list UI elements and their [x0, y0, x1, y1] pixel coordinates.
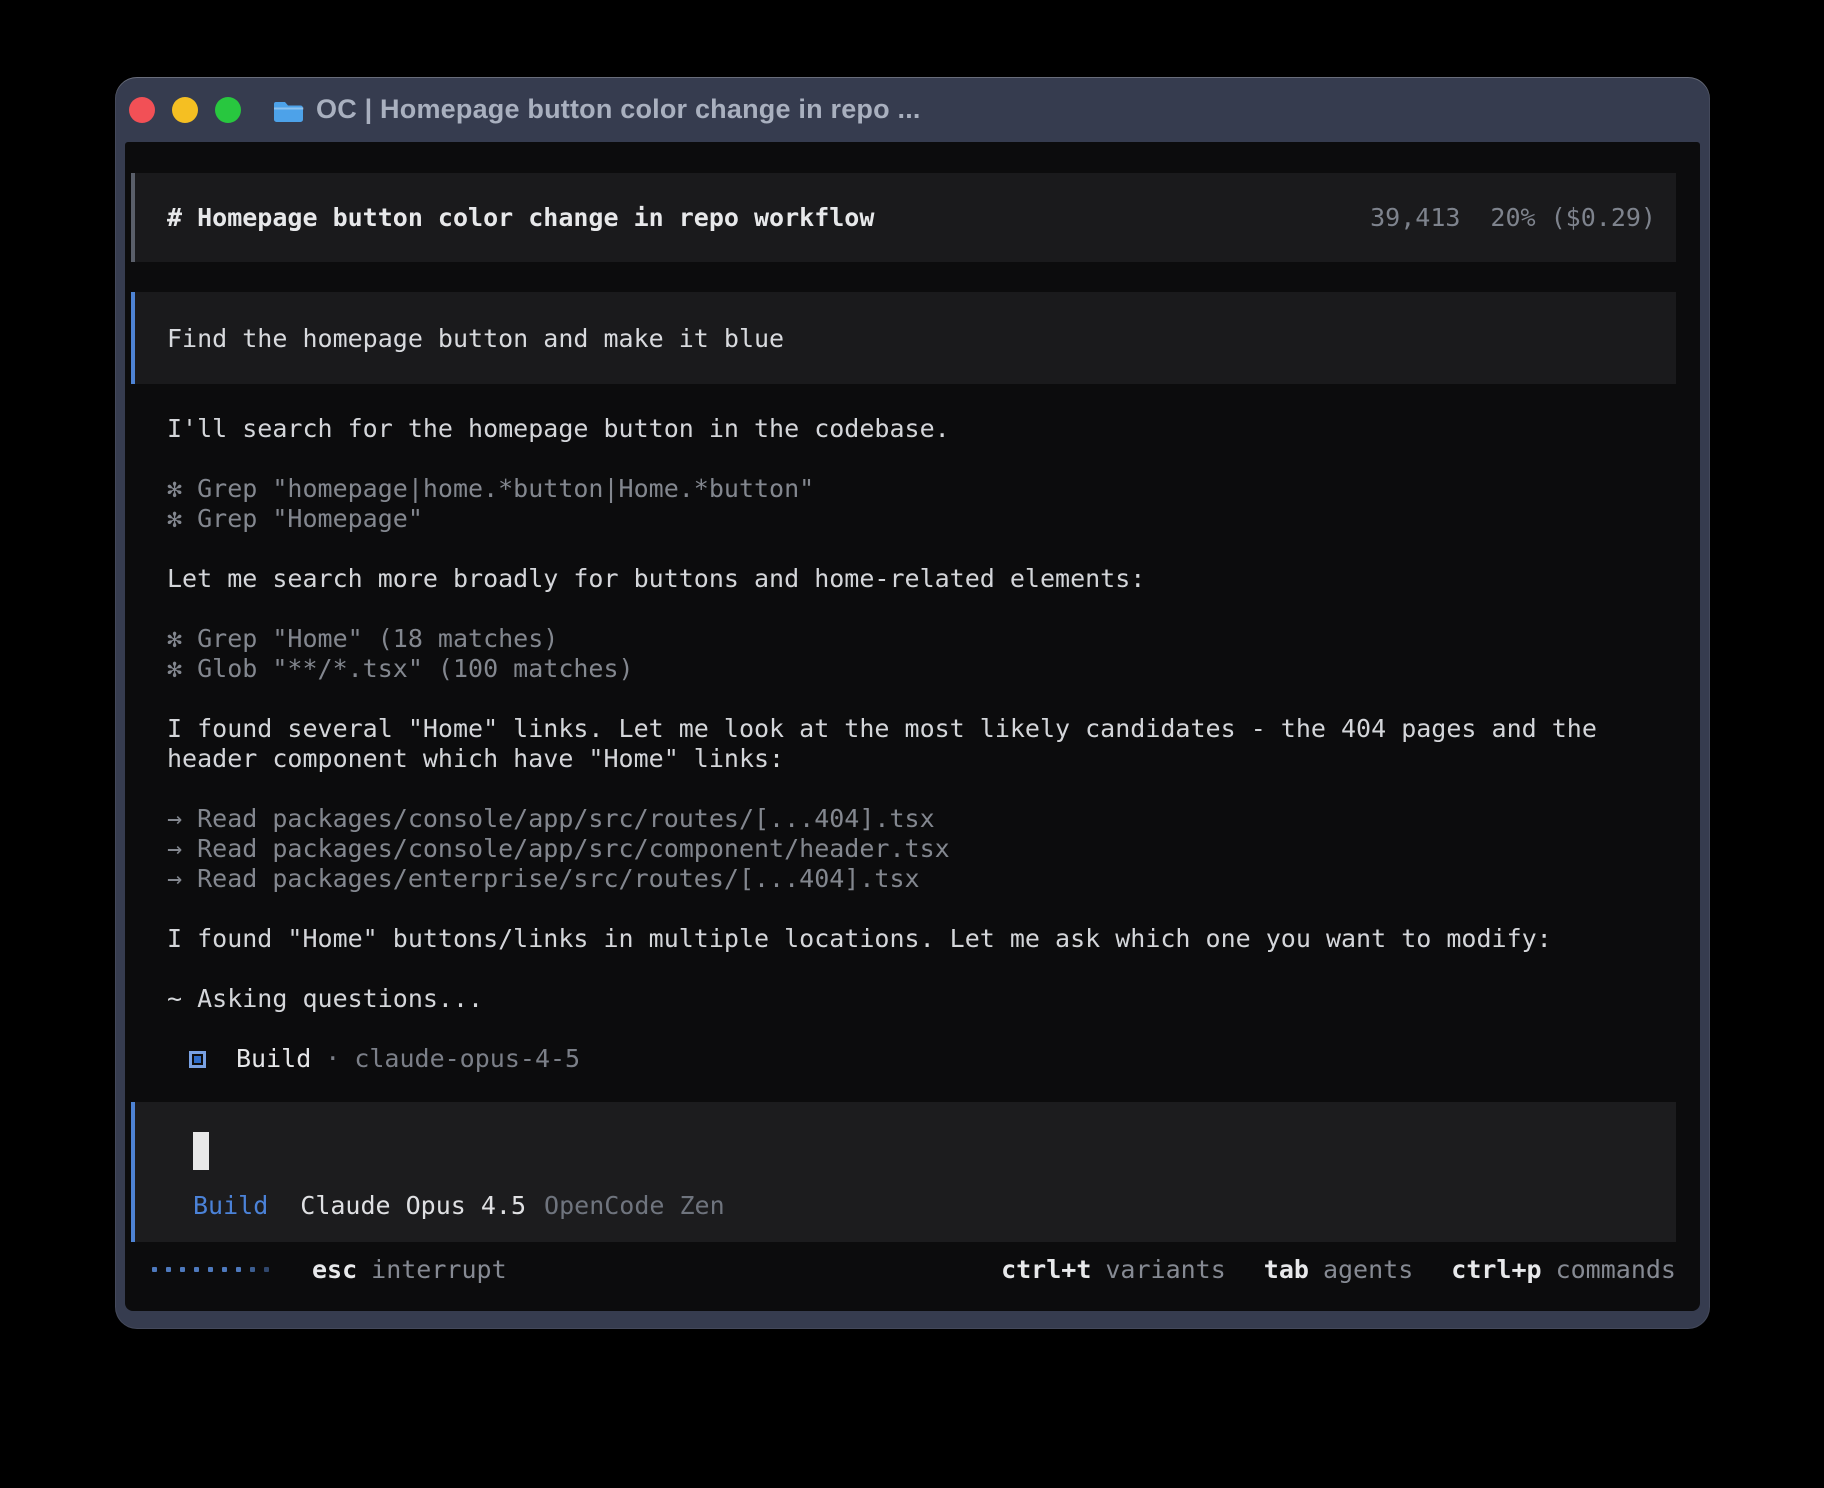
prompt-input[interactable]: Build Claude Opus 4.5 OpenCode Zen — [131, 1102, 1676, 1242]
assistant-text-line: Let me search more broadly for buttons a… — [167, 564, 1676, 594]
spinner-dot — [236, 1267, 241, 1272]
folder-icon — [274, 98, 304, 122]
blank-line — [167, 1014, 1676, 1044]
terminal-content: # Homepage button color change in repo w… — [125, 142, 1700, 1311]
prompt-agent[interactable]: Build — [193, 1191, 268, 1220]
session-title: # Homepage button color change in repo w… — [167, 203, 874, 232]
shortcut-commands: ctrl+p commands — [1451, 1255, 1676, 1284]
assistant-text-line: header component which have "Home" links… — [167, 744, 1676, 774]
assistant-text-line: I'll search for the homepage button in t… — [167, 414, 1676, 444]
file-read-line: → Read packages/console/app/src/componen… — [167, 834, 1676, 864]
agent-name: Build — [236, 1044, 311, 1074]
shortcut-key: tab — [1264, 1255, 1309, 1284]
user-message: Find the homepage button and make it blu… — [131, 292, 1676, 384]
spinner-dot — [194, 1267, 199, 1272]
shortcut-variants: ctrl+t variants — [1001, 1255, 1226, 1284]
titlebar[interactable]: OC | Homepage button color change in rep… — [115, 77, 1710, 142]
session-stats: 39,413 20% ($0.29) — [1370, 203, 1656, 232]
model-id: claude-opus-4-5 — [354, 1044, 580, 1074]
assistant-text-line: I found "Home" buttons/links in multiple… — [167, 924, 1676, 954]
prompt-provider: OpenCode Zen — [544, 1191, 725, 1220]
esc-key-hint: esc — [312, 1255, 357, 1284]
prompt-status-row: Build Claude Opus 4.5 OpenCode Zen — [193, 1191, 1676, 1220]
blank-line — [167, 534, 1676, 564]
spinner-dot — [222, 1267, 227, 1272]
status-shortcuts: ctrl+t variants tab agents ctrl+p comman… — [1001, 1255, 1676, 1284]
session-header: # Homepage button color change in repo w… — [131, 173, 1676, 262]
prompt-model[interactable]: Claude Opus 4.5 — [300, 1191, 526, 1220]
assistant-text-line: I found several "Home" links. Let me loo… — [167, 714, 1676, 744]
traffic-lights — [129, 97, 241, 123]
shortcut-label: commands — [1556, 1255, 1676, 1284]
context-cost: 20% ($0.29) — [1490, 203, 1656, 232]
token-count: 39,413 — [1370, 203, 1460, 232]
file-read-line: → Read packages/enterprise/src/routes/[.… — [167, 864, 1676, 894]
blank-line — [167, 444, 1676, 474]
text-cursor — [193, 1132, 209, 1170]
spinner-dot — [152, 1267, 157, 1272]
minimize-button[interactable] — [172, 97, 198, 123]
status-bar: esc interrupt ctrl+t variants tab agents… — [131, 1254, 1676, 1284]
blank-line — [167, 594, 1676, 624]
file-read-line: → Read packages/console/app/src/routes/[… — [167, 804, 1676, 834]
asking-questions-line: ~ Asking questions... — [167, 984, 1676, 1014]
interrupt-label: interrupt — [371, 1255, 506, 1284]
spinner-dots — [152, 1267, 269, 1272]
zoom-button[interactable] — [215, 97, 241, 123]
shortcut-key: ctrl+t — [1001, 1255, 1091, 1284]
shortcut-agents: tab agents — [1264, 1255, 1413, 1284]
terminal-window: OC | Homepage button color change in rep… — [115, 77, 1710, 1329]
spinner-dot — [166, 1267, 171, 1272]
spinner-dot — [264, 1267, 269, 1272]
blank-line — [167, 774, 1676, 804]
assistant-transcript: I'll search for the homepage button in t… — [131, 414, 1676, 1074]
tool-call-grep: ✻ Grep "Homepage" — [167, 504, 1676, 534]
separator-dot: · — [325, 1044, 340, 1074]
tool-call-glob: ✻ Glob "**/*.tsx" (100 matches) — [167, 654, 1676, 684]
shortcut-label: agents — [1323, 1255, 1413, 1284]
spinner-dot — [208, 1267, 213, 1272]
blank-line — [167, 894, 1676, 924]
close-button[interactable] — [129, 97, 155, 123]
tool-call-grep: ✻ Grep "homepage|home.*button|Home.*butt… — [167, 474, 1676, 504]
blank-line — [167, 954, 1676, 984]
square-in-square-icon — [189, 1051, 206, 1068]
shortcut-label: variants — [1105, 1255, 1225, 1284]
shortcut-key: ctrl+p — [1451, 1255, 1541, 1284]
spinner-dot — [250, 1267, 255, 1272]
agent-status-row: Build · claude-opus-4-5 — [167, 1044, 1676, 1074]
status-left: esc interrupt — [131, 1255, 507, 1284]
user-message-text: Find the homepage button and make it blu… — [167, 324, 784, 353]
tool-call-grep: ✻ Grep "Home" (18 matches) — [167, 624, 1676, 654]
blank-line — [167, 684, 1676, 714]
window-title: OC | Homepage button color change in rep… — [316, 94, 921, 125]
spinner-dot — [180, 1267, 185, 1272]
